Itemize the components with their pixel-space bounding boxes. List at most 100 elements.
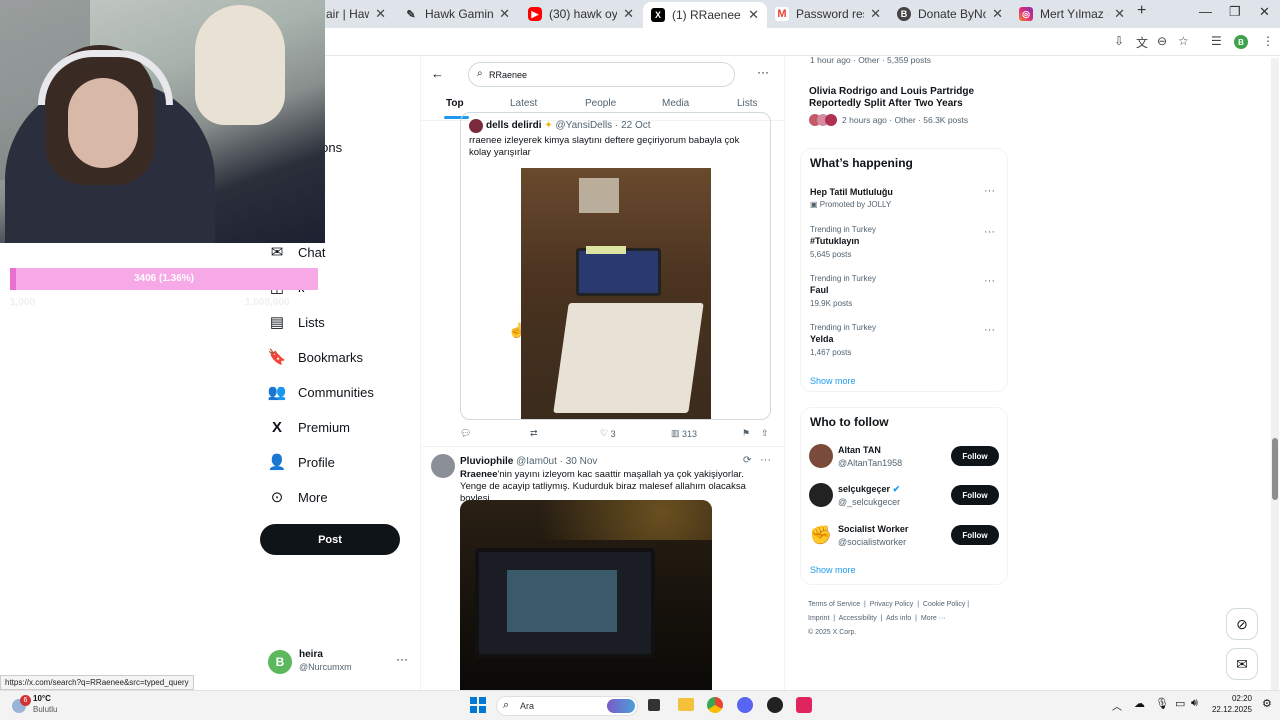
monitor-icon[interactable]: ▭ — [1175, 697, 1185, 710]
repost-button[interactable]: ⇄ — [530, 428, 538, 439]
browser-tab[interactable]: ◎ Mert Yılmaz (@rraen ✕ — [1011, 3, 1133, 25]
follow-button[interactable]: Follow — [951, 485, 999, 505]
tab-top[interactable]: Top — [446, 98, 464, 109]
close-icon[interactable]: ✕ — [992, 6, 1003, 22]
chevron-up-icon[interactable]: ︿ — [1112, 698, 1122, 713]
app-icon[interactable] — [796, 697, 812, 713]
close-icon[interactable]: ✕ — [375, 6, 386, 22]
maximize-button[interactable]: ❐ — [1229, 4, 1241, 20]
obs-icon[interactable] — [767, 697, 783, 713]
file-explorer-icon[interactable] — [678, 698, 694, 711]
tab-people[interactable]: People — [585, 98, 616, 109]
tab-latest[interactable]: Latest — [510, 98, 537, 109]
avatar[interactable] — [431, 454, 455, 478]
footer-link[interactable]: Privacy Policy — [870, 601, 914, 608]
browser-tab-active[interactable]: X (1) RRaenee - Search ✕ — [643, 2, 767, 28]
footer-link[interactable]: Imprint — [808, 615, 829, 622]
profile-avatar[interactable]: B — [1234, 35, 1248, 49]
browser-tab[interactable]: ✎ Hawk Gaming Chair | ✕ — [396, 3, 518, 25]
browser-tab[interactable]: air | Hawk O ✕ — [318, 3, 394, 25]
reading-list-icon[interactable]: ☰ — [1211, 34, 1222, 48]
footer-link[interactable]: More ··· — [921, 615, 946, 622]
nav-item-premium[interactable]: X Premium — [268, 418, 350, 436]
back-arrow-icon[interactable]: ← — [431, 66, 444, 81]
nav-item-chat[interactable]: ✉ Chat — [268, 243, 326, 261]
chrome-icon[interactable] — [707, 697, 723, 713]
messages-fab-button[interactable]: ✉ — [1226, 648, 1258, 680]
nav-item-lists[interactable]: ▤ Lists — [268, 313, 325, 331]
browser-tab[interactable]: M Password reset reque ✕ — [767, 3, 889, 25]
clock-date[interactable]: 22.12.2025 — [1208, 705, 1252, 714]
avatar[interactable] — [809, 444, 833, 468]
more-icon[interactable]: ··· — [757, 65, 769, 79]
bookmark-button[interactable]: ⚑ — [742, 428, 750, 439]
zoom-icon[interactable]: ⊖ — [1157, 34, 1167, 48]
more-icon[interactable]: ··· — [984, 324, 995, 336]
nav-item-communities[interactable]: 👥 Communities — [268, 383, 374, 401]
install-app-icon[interactable]: ⇩ — [1114, 34, 1124, 48]
cloud-sync-icon[interactable]: ☁ — [1134, 697, 1145, 710]
windows-start-icon[interactable] — [470, 697, 486, 713]
views-button[interactable]: ▥ 313 — [671, 428, 697, 439]
browser-tab[interactable]: ▶ (30) hawk oyuncu ko ✕ — [520, 3, 642, 25]
tweet-photo[interactable] — [521, 168, 711, 419]
reply-button[interactable]: 💬︎ — [460, 428, 471, 439]
trend-name[interactable]: #Tutuklayın — [810, 236, 859, 246]
footer-link[interactable]: Ads info — [886, 615, 911, 622]
more-icon[interactable]: ··· — [760, 454, 771, 466]
trend-name[interactable]: Yelda — [810, 334, 834, 344]
nav-item-bookmarks[interactable]: 🔖 Bookmarks — [268, 348, 363, 366]
new-tab-button[interactable]: + — [1137, 2, 1146, 20]
tab-lists[interactable]: Lists — [737, 98, 758, 109]
weather-widget[interactable]: 6 — [10, 695, 34, 717]
close-icon[interactable]: ✕ — [748, 7, 759, 23]
grok-fab-button[interactable]: ⊘ — [1226, 608, 1258, 640]
like-button[interactable]: ♡ 3 — [600, 428, 616, 439]
tweet-photo[interactable] — [460, 500, 712, 690]
show-more-link[interactable]: Show more — [810, 376, 856, 386]
window-close-button[interactable]: ✕ — [1259, 4, 1270, 20]
task-view-icon[interactable] — [648, 699, 660, 711]
promoted-title[interactable]: Hep Tatil Mutluluğu — [810, 187, 893, 197]
more-icon[interactable]: ··· — [984, 185, 995, 197]
follow-button[interactable]: Follow — [951, 446, 999, 466]
close-icon[interactable]: ✕ — [499, 6, 510, 22]
show-more-link[interactable]: Show more — [810, 565, 856, 575]
user-name-row[interactable]: selçukgeçer ✔ — [838, 484, 900, 495]
user-name[interactable]: Altan TAN — [838, 445, 881, 455]
volume-icon[interactable]: 🔊︎ — [1191, 697, 1198, 710]
star-bookmark-icon[interactable]: ☆ — [1178, 34, 1189, 48]
close-icon[interactable]: ✕ — [623, 6, 634, 22]
browser-tab[interactable]: B Donate ByNoGame - ✕ — [889, 3, 1011, 25]
close-icon[interactable]: ✕ — [870, 6, 881, 22]
notification-bell-icon[interactable]: ⚙ — [1262, 697, 1272, 710]
footer-link[interactable]: Terms of Service — [808, 601, 860, 608]
footer-link[interactable]: Cookie Policy — [923, 601, 965, 608]
trend-name[interactable]: Faul — [810, 285, 829, 295]
quoted-tweet[interactable]: dells delirdi ✦ @YansiDells · 22 Oct rra… — [460, 112, 771, 420]
fist-icon[interactable]: ✊ — [809, 523, 833, 547]
more-icon[interactable]: ··· — [984, 226, 995, 238]
scrollbar-thumb[interactable] — [1272, 438, 1278, 500]
scrollbar[interactable] — [1271, 58, 1279, 690]
user-name[interactable]: Socialist Worker — [838, 524, 908, 534]
tweet-author-name[interactable]: Pluviophile — [460, 456, 513, 467]
post-button[interactable]: Post — [260, 524, 400, 555]
account-switcher[interactable]: B heira @Nurcumxm ··· — [266, 648, 416, 678]
translate-icon[interactable]: 文 — [1136, 34, 1148, 51]
close-icon[interactable]: ✕ — [1114, 6, 1125, 22]
tab-media[interactable]: Media — [662, 98, 689, 109]
clock-time[interactable]: 02:20 — [1220, 694, 1252, 703]
microphone-icon[interactable]: 🎙︎ — [1155, 697, 1169, 710]
search-input[interactable]: ⌕ RRaenee — [468, 62, 735, 87]
footer-link[interactable]: Accessibility — [839, 615, 877, 622]
browser-menu-icon[interactable]: ⋮ — [1262, 34, 1274, 48]
share-button[interactable]: ⇧ — [761, 428, 769, 439]
news-headline[interactable]: Olivia Rodrigo and Louis Partridge Repor… — [809, 86, 989, 110]
nav-item-more[interactable]: ⊙ More — [268, 488, 328, 506]
more-icon[interactable]: ··· — [984, 275, 995, 287]
more-icon[interactable]: ··· — [396, 652, 408, 666]
minimize-button[interactable]: — — [1199, 4, 1212, 19]
grok-icon[interactable]: ⟳ — [743, 455, 751, 466]
avatar[interactable] — [809, 483, 833, 507]
